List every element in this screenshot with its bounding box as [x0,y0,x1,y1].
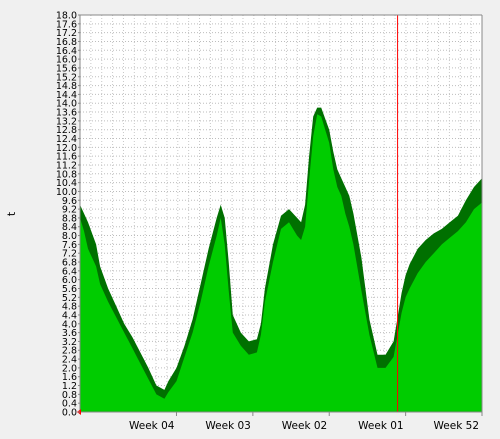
x-tick-label: Week 01 [358,420,403,432]
x-tick-label: Week 52 [434,420,479,432]
x-tick-label: Week 03 [205,420,250,432]
x-tick-label: Week 04 [129,420,175,432]
y-tick-label: 18.0 [56,11,77,22]
x-tick-label: Week 02 [282,420,327,432]
y-axis-label: t [5,211,18,216]
area-chart: 0.00.40.81.21.62.02.42.83.23.64.04.44.85… [0,0,500,435]
chart: 0.0 0.4 0.8 1.2 1.6 2.0 2.4 2.8 3.2 3.6 4.0 4.4 4.8 5… [0,0,500,435]
